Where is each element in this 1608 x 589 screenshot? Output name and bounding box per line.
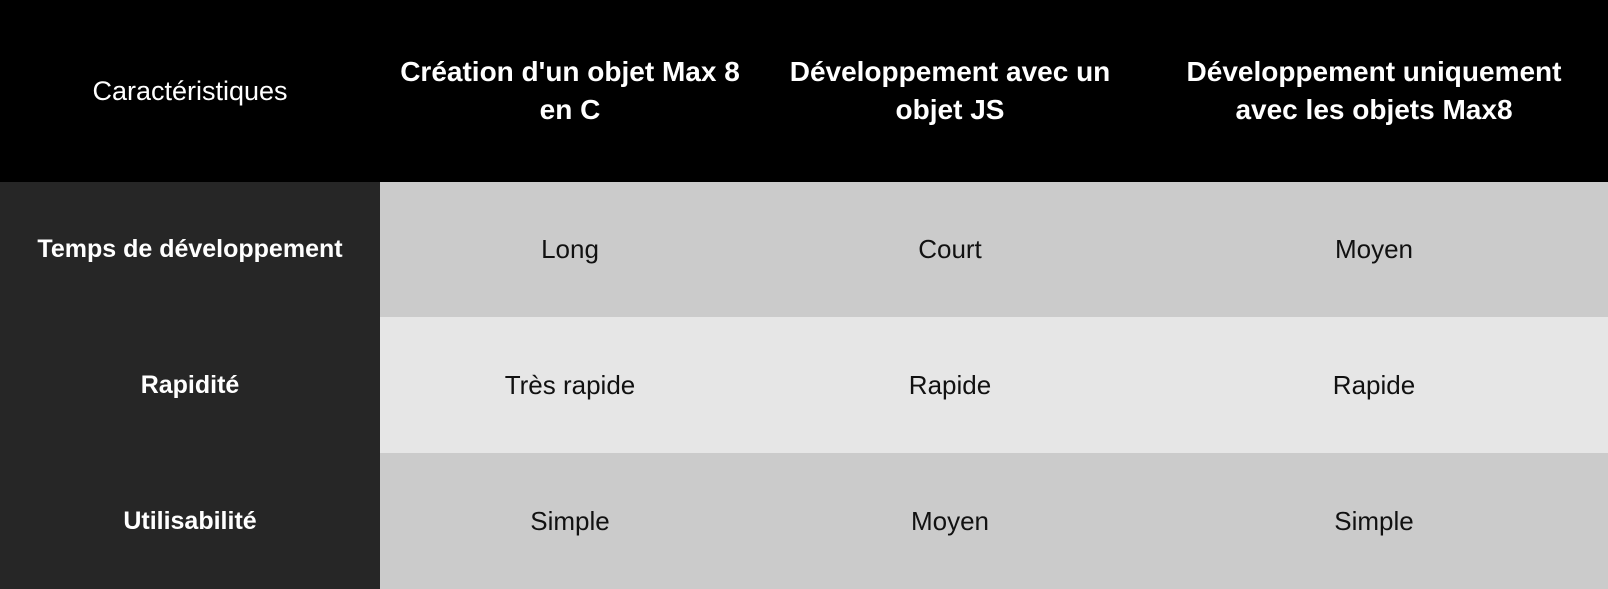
table-cell: Moyen	[760, 453, 1140, 589]
table-cell: Court	[760, 182, 1140, 317]
table-cell: Simple	[1140, 453, 1608, 589]
header-characteristics: Caractéristiques	[0, 0, 380, 182]
table-cell: Simple	[380, 453, 760, 589]
row-label-usability: Utilisabilité	[0, 453, 380, 589]
header-max8-objects-only: Développement uniquement avec les objets…	[1140, 0, 1608, 182]
header-max8-c-object: Création d'un objet Max 8 en C	[380, 0, 760, 182]
table-cell: Rapide	[760, 317, 1140, 453]
row-label-dev-time: Temps de développement	[0, 182, 380, 317]
table-cell: Moyen	[1140, 182, 1608, 317]
row-label-speed: Rapidité	[0, 317, 380, 453]
header-js-object: Développement avec un objet JS	[760, 0, 1140, 182]
table-cell: Long	[380, 182, 760, 317]
table-cell: Rapide	[1140, 317, 1608, 453]
table-cell: Très rapide	[380, 317, 760, 453]
comparison-table: Caractéristiques Création d'un objet Max…	[0, 0, 1608, 589]
